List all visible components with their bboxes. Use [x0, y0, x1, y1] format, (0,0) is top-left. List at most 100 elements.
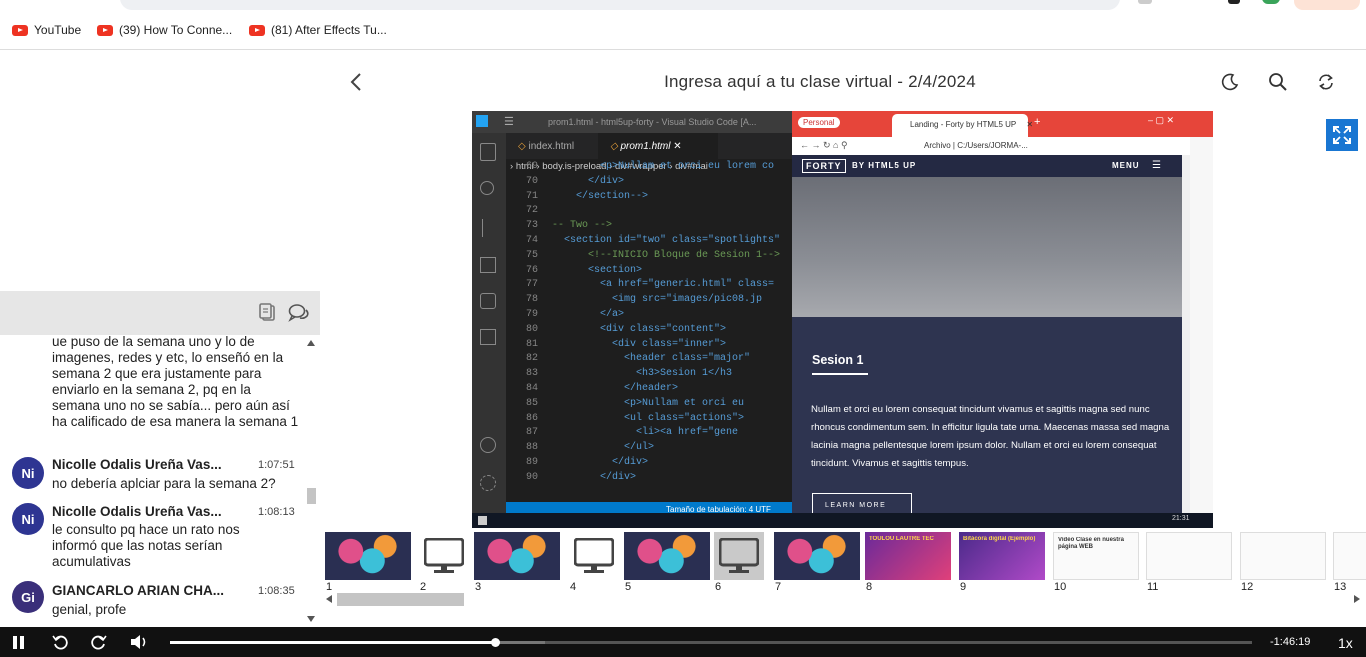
sender-name: Nicolle Odalis Ureña Vas...: [52, 457, 222, 472]
code-line: 78 <img src="images/pic08.jp: [525, 294, 763, 306]
hero-image: [792, 177, 1182, 317]
bookmark-label: (81) After Effects Tu...: [271, 23, 387, 37]
forty-header: FORTY BY HTML5 UP MENU ☰: [792, 155, 1182, 177]
swap-layout-icon[interactable]: [1316, 72, 1336, 92]
chat-bubbles-icon[interactable]: [288, 303, 310, 323]
scroll-left-arrow[interactable]: [326, 595, 332, 603]
code-line: 76 <section>: [525, 264, 643, 276]
pause-icon[interactable]: [13, 636, 25, 649]
slide-thumbnail[interactable]: [1146, 532, 1232, 580]
extension-icon[interactable]: [1138, 0, 1152, 4]
chat-scrollbar[interactable]: [304, 336, 318, 626]
avatar: Gi: [12, 581, 44, 613]
scroll-right-arrow[interactable]: [1354, 595, 1360, 603]
edge-tab: Landing - Forty by HTML5 UP ✕: [892, 114, 1033, 137]
volume-icon[interactable]: [131, 635, 149, 649]
avatar: Ni: [12, 503, 44, 535]
code-line: 75 <!--INICIO Bloque de Sesion 1-->: [525, 249, 781, 261]
code-line: 81 <div class="inner">: [525, 338, 727, 350]
youtube-icon: [249, 24, 265, 36]
chat-scroll-thumb[interactable]: [307, 488, 316, 504]
page-scrollbar: [1182, 155, 1190, 517]
forty-body: Nullam et orci eu lorem consequat tincid…: [811, 404, 1170, 469]
code-line: 70 </div>: [525, 175, 625, 187]
progress-buffer: [494, 641, 545, 644]
chat-message: Gi GIANCARLO ARIAN CHA... 1:08:35 genial…: [0, 580, 304, 624]
bookmark-how-to-connect[interactable]: (39) How To Conne...: [97, 21, 232, 39]
update-pill[interactable]: [1294, 0, 1360, 10]
code-line: 77 <a href="generic.html" class=: [525, 279, 775, 291]
slide-thumbnail[interactable]: TOULOU LAUTRE TEC: [865, 532, 951, 580]
forty-brand: FORTY: [802, 159, 846, 173]
taskbar-clock: 21:31: [1172, 515, 1190, 522]
chat-message-text: ue puso de la semana uno y lo de imagene…: [52, 335, 299, 429]
scroll-up-arrow[interactable]: [307, 340, 315, 346]
code-line: 89 </div>: [525, 457, 649, 468]
hamburger-icon: ☰: [1152, 160, 1161, 171]
back-arrow-icon[interactable]: [349, 72, 363, 92]
chat-message: Ni Nicolle Odalis Ureña Vas... 1:07:51 n…: [0, 455, 304, 497]
vscode-titlebar: ☰ prom1.html - html5up-forty - Visual St…: [472, 111, 792, 133]
address-bar[interactable]: [120, 0, 1120, 10]
dark-mode-icon[interactable]: [1221, 73, 1239, 91]
slide-thumbnail[interactable]: [624, 532, 710, 580]
search-icon[interactable]: [1268, 72, 1288, 92]
bookmark-after-effects[interactable]: (81) After Effects Tu...: [249, 21, 387, 39]
slide-thumbnails[interactable]: 1 2 3 4 5 6 7 TOULOU LAUTRE TEC 8 Bitácora digita…: [320, 528, 1366, 593]
code-lines: 69 <p>Nullam et orci eu lorem co 70 </div…: [506, 161, 792, 505]
slide-thumbnail[interactable]: [569, 532, 619, 580]
browser-top-strip: YouTube (39) How To Conne... (81) After …: [0, 0, 1366, 50]
slide-thumbnail[interactable]: [714, 532, 764, 580]
menu-icon[interactable]: [1228, 0, 1240, 4]
tab-prom1-html: ◇ prom1.html ✕: [598, 133, 718, 159]
explorer-icon: [480, 143, 496, 161]
slide-thumbnail[interactable]: Video Clase en nuestra página WEB: [1053, 532, 1139, 580]
chat-messages: ue puso de la semana uno y lo de imagene…: [0, 335, 320, 627]
code-line: 72: [525, 205, 538, 217]
slide-thumbnail[interactable]: [774, 532, 860, 580]
bookmark-label: (39) How To Conne...: [119, 23, 233, 37]
profile-avatar[interactable]: [1262, 0, 1280, 4]
message-time: 1:08:13: [258, 506, 295, 518]
chat-message-text: no debería aplciar para la semana 2?: [52, 476, 276, 491]
hamburger-icon: ☰: [504, 116, 514, 128]
forty-menu: MENU: [1112, 161, 1140, 170]
slide-thumbnail[interactable]: [325, 532, 411, 580]
code-line: 69 <p>Nullam et orci eu lorem co: [525, 161, 775, 172]
video-controls: -1:46:19 1x: [0, 627, 1366, 657]
screen-share-icon: [424, 538, 464, 573]
copy-notes-icon[interactable]: [259, 303, 277, 323]
code-line: 79 </a>: [525, 309, 625, 320]
slide-thumbnail[interactable]: [419, 532, 469, 580]
forty-brand-suffix: BY HTML5 UP: [852, 161, 917, 170]
vscode-editor: ◇ index.html ◇ prom1.html ✕ › html › bod…: [506, 133, 792, 528]
progress-track[interactable]: [170, 638, 1252, 647]
thumbnail-text: TOULOU LAUTRE TEC: [869, 536, 934, 542]
slide-thumbnail[interactable]: [1240, 532, 1326, 580]
slide-thumbnail[interactable]: [474, 532, 560, 580]
code-line: 71 </section-->: [525, 190, 649, 202]
code-line: 86 <ul class="actions">: [525, 412, 745, 424]
edge-browser-window: Personal Landing - Forty by HTML5 UP ✕ +…: [792, 111, 1213, 517]
slide-thumbnail[interactable]: Bitácora digital (Ejemplo): [959, 532, 1045, 580]
vscode-logo-icon: [476, 115, 488, 127]
rewind-icon[interactable]: [52, 634, 68, 650]
code-line: 88 </ul>: [525, 442, 655, 454]
playback-speed-button[interactable]: 1x: [1338, 635, 1353, 651]
window-controls: – ▢ ✕: [1148, 115, 1175, 125]
fullscreen-button[interactable]: [1326, 119, 1358, 151]
bookmark-youtube[interactable]: YouTube: [12, 21, 81, 39]
thumbnail-text: Video Clase en nuestra página WEB: [1058, 537, 1124, 550]
scroll-down-arrow[interactable]: [307, 616, 315, 622]
thumbnail-scrollbar[interactable]: [320, 591, 1366, 609]
chat-message-text: le consulto pq hace un rato nos informó …: [52, 522, 240, 569]
search-icon: [480, 181, 494, 195]
code-line: 83 <h3>Sesion 1</h3: [525, 368, 733, 380]
thumbnail-scroll-thumb[interactable]: [337, 593, 464, 606]
profile-badge: Personal: [798, 117, 840, 128]
nav-buttons: ← → ↻ ⌂ ⚲: [800, 140, 848, 150]
slide-thumbnail[interactable]: [1333, 532, 1366, 580]
forward-icon[interactable]: [91, 634, 107, 650]
progress-handle[interactable]: [490, 638, 500, 647]
account-icon: [480, 437, 496, 453]
